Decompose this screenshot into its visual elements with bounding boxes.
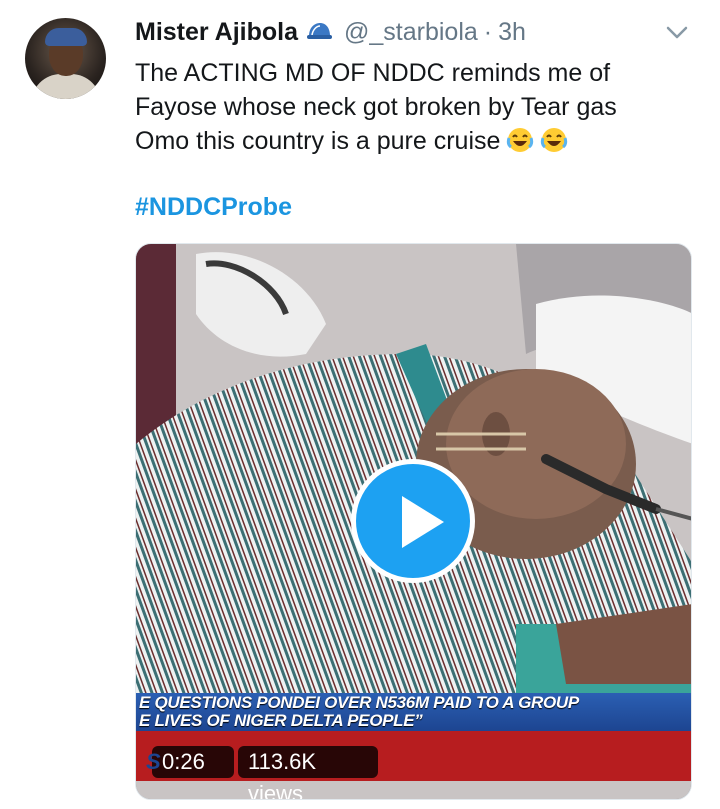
tweet-text: The ACTING MD OF NDDC reminds me of Fayo… [135, 56, 705, 158]
tweet-text-line: The ACTING MD OF NDDC reminds me of [135, 59, 611, 87]
avatar[interactable] [25, 18, 106, 99]
ticker-line: E QUESTIONS PONDEI OVER N536M PAID TO A … [139, 693, 579, 712]
chevron-down-icon[interactable] [664, 22, 690, 42]
hashtag-link[interactable]: #NDDCProbe [135, 193, 292, 222]
video-player[interactable]: E QUESTIONS PONDEI OVER N536M PAID TO A … [135, 243, 692, 800]
blue-cap-icon [306, 21, 332, 43]
tweet-text-line: Fayose whose neck got broken by Tear gas [135, 93, 617, 121]
laughing-emoji-icon [506, 126, 534, 154]
ticker-line: E LIVES OF NIGER DELTA PEOPLE” [139, 711, 423, 730]
tweet-header: Mister Ajibola @_starbiola · 3h [135, 14, 526, 50]
play-icon[interactable] [351, 459, 475, 583]
tweet-text-line: Omo this country is a pure cruise [135, 124, 705, 158]
tweet-timestamp[interactable]: 3h [498, 18, 526, 47]
video-duration: S 0:26 [146, 746, 234, 778]
channel-letter: S [146, 749, 161, 774]
laughing-emoji-icon [540, 126, 568, 154]
separator-dot: · [483, 17, 493, 46]
author-handle[interactable]: @_starbiola [344, 18, 478, 47]
news-ticker: E QUESTIONS PONDEI OVER N536M PAID TO A … [136, 693, 691, 731]
author-name[interactable]: Mister Ajibola [135, 18, 298, 47]
video-view-count: 113.6K views [238, 746, 378, 799]
